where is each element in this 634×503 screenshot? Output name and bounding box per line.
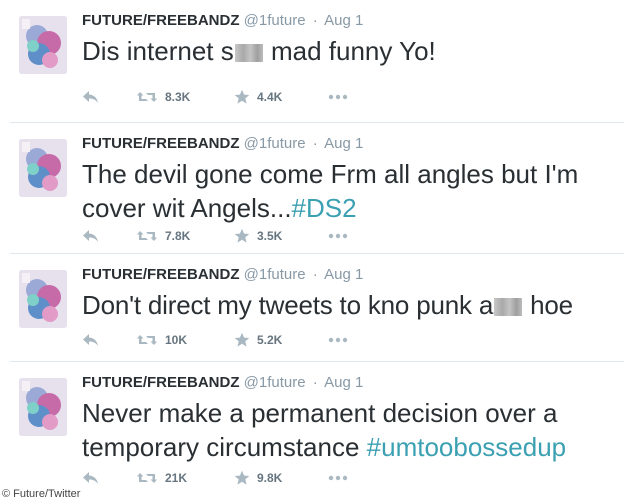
album-cover-image [19, 139, 67, 197]
favorite-button[interactable]: 5.2K [234, 330, 282, 350]
avatar[interactable] [19, 270, 67, 328]
user-handle[interactable]: @1future [244, 374, 306, 391]
reply-button[interactable] [82, 226, 99, 246]
retweet-count: 10K [165, 333, 188, 347]
user-handle[interactable]: @1future [244, 12, 306, 29]
user-name[interactable]: FUTURE/FREEBANDZ [82, 12, 240, 29]
separator: · [312, 135, 318, 152]
favorite-count: 3.5K [257, 229, 283, 243]
reply-icon [83, 230, 98, 242]
retweet-button[interactable]: 10K [136, 330, 187, 350]
tweet-header: FUTURE/FREEBANDZ @1future · Aug 1 [82, 373, 363, 393]
user-name[interactable]: FUTURE/FREEBANDZ [82, 374, 240, 391]
more-button[interactable] [328, 87, 348, 107]
reply-button[interactable] [82, 87, 99, 107]
favorite-count: 5.2K [257, 333, 283, 347]
tweet-text-part: mad funny Yo! [270, 36, 436, 66]
separator: · [312, 266, 318, 283]
retweet-count: 21K [165, 471, 188, 485]
retweet-icon [137, 92, 157, 102]
tweet-text: Never make a permanent decision over a t… [82, 396, 622, 464]
favorite-count: 9.8K [257, 471, 283, 485]
reply-icon [83, 472, 98, 484]
album-cover-image [19, 378, 67, 436]
tweet[interactable]: FUTURE/FREEBANDZ @1future · Aug 1 The de… [0, 123, 634, 254]
album-cover-image [19, 270, 67, 328]
separator: · [312, 374, 318, 391]
tweet[interactable]: FUTURE/FREEBANDZ @1future · Aug 1 Dis in… [0, 0, 634, 123]
avatar[interactable] [19, 16, 67, 74]
favorite-count: 4.4K [257, 90, 283, 104]
avatar[interactable] [19, 378, 67, 436]
retweet-icon [137, 231, 157, 241]
photo-credit: © Future/Twitter [0, 486, 87, 503]
user-handle[interactable]: @1future [244, 266, 306, 283]
timestamp[interactable]: Aug 1 [324, 12, 363, 29]
reply-icon [83, 334, 98, 346]
user-handle[interactable]: @1future [244, 135, 306, 152]
retweet-button[interactable]: 21K [136, 468, 187, 488]
tweet[interactable]: FUTURE/FREEBANDZ @1future · Aug 1 Never … [0, 362, 634, 503]
more-button[interactable] [328, 468, 348, 488]
user-name[interactable]: FUTURE/FREEBANDZ [82, 266, 240, 283]
tweet-text: Don't direct my tweets to kno punk a hoe [82, 288, 622, 322]
album-cover-image [19, 16, 67, 74]
reply-button[interactable] [82, 330, 99, 350]
timestamp[interactable]: Aug 1 [324, 266, 363, 283]
favorite-button[interactable]: 3.5K [234, 226, 282, 246]
tweet-header: FUTURE/FREEBANDZ @1future · Aug 1 [82, 265, 363, 285]
tweet-header: FUTURE/FREEBANDZ @1future · Aug 1 [82, 134, 363, 154]
star-icon [234, 470, 250, 485]
retweet-icon [137, 473, 157, 483]
user-name[interactable]: FUTURE/FREEBANDZ [82, 135, 240, 152]
separator: · [312, 12, 318, 29]
more-icon [328, 337, 348, 343]
tweet-text: Dis internet s mad funny Yo! [82, 34, 622, 68]
favorite-button[interactable]: 4.4K [234, 87, 282, 107]
reply-button[interactable] [82, 468, 99, 488]
retweet-button[interactable]: 7.8K [136, 226, 190, 246]
censor-blur [494, 298, 523, 316]
timestamp[interactable]: Aug 1 [324, 374, 363, 391]
star-icon [234, 228, 250, 243]
hashtag-link[interactable]: #DS2 [292, 193, 357, 223]
retweet-icon [137, 335, 157, 345]
retweet-count: 8.3K [165, 90, 191, 104]
more-icon [328, 475, 348, 481]
tweet-text: The devil gone come Frm all angles but I… [82, 157, 622, 225]
more-icon [328, 233, 348, 239]
tweet-text-part: Dis internet s [82, 36, 234, 66]
more-icon [328, 94, 348, 100]
tweet-feed: FUTURE/FREEBANDZ @1future · Aug 1 Dis in… [0, 0, 634, 503]
censor-blur [234, 44, 263, 62]
timestamp[interactable]: Aug 1 [324, 135, 363, 152]
tweet-text-part: Don't direct my tweets to kno punk a [82, 290, 494, 320]
reply-icon [83, 91, 98, 103]
tweet-header: FUTURE/FREEBANDZ @1future · Aug 1 [82, 11, 363, 31]
more-button[interactable] [328, 330, 348, 350]
tweet-text-part: hoe [530, 290, 573, 320]
tweet[interactable]: FUTURE/FREEBANDZ @1future · Aug 1 Don't … [0, 254, 634, 362]
avatar[interactable] [19, 139, 67, 197]
retweet-count: 7.8K [165, 229, 191, 243]
favorite-button[interactable]: 9.8K [234, 468, 282, 488]
retweet-button[interactable]: 8.3K [136, 87, 190, 107]
more-button[interactable] [328, 226, 348, 246]
star-icon [234, 332, 250, 347]
hashtag-link[interactable]: #umtoobossedup [367, 432, 566, 462]
star-icon [234, 89, 250, 104]
